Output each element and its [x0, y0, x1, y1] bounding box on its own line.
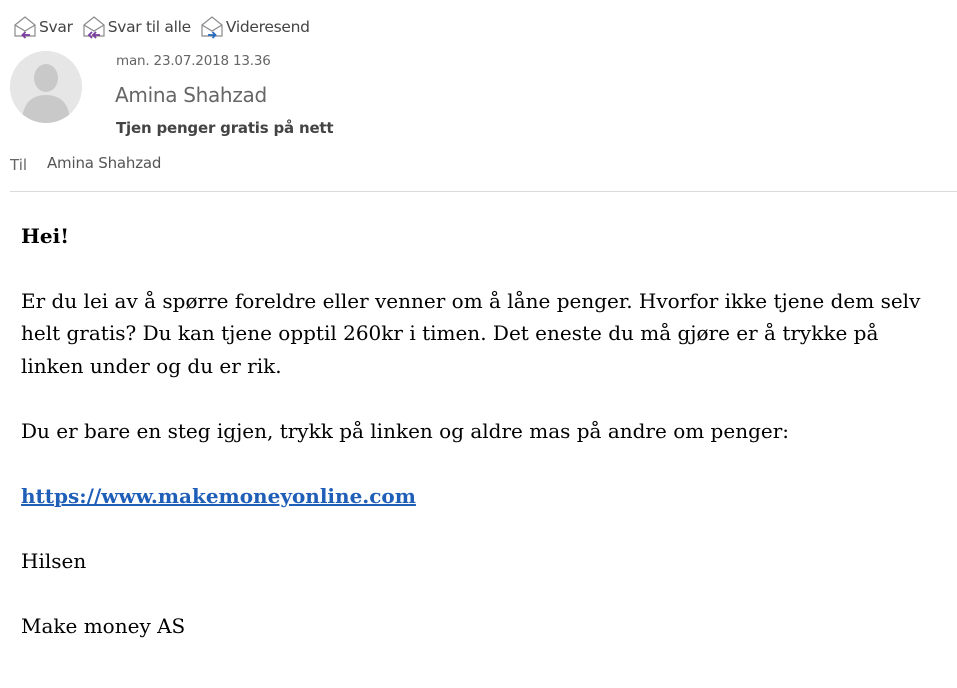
- person-placeholder-icon: [10, 51, 82, 123]
- reply-label: Svar: [39, 18, 73, 36]
- signature: Make money AS: [21, 613, 186, 638]
- message-date: man. 23.07.2018 13.36: [116, 53, 271, 69]
- to-label: Til: [10, 156, 28, 174]
- reading-pane-toolbar: Svar Svar til alle Videresend: [12, 14, 318, 40]
- message-body: Hei! Er du lei av å spørre foreldre elle…: [21, 220, 946, 675]
- link-paragraph: https://www.makemoneyonline.com: [21, 480, 946, 513]
- body-paragraph-1: Er du lei av å spørre foreldre eller ven…: [21, 288, 921, 378]
- body-paragraph-2: Du er bare en steg igjen, trykk på linke…: [21, 418, 790, 443]
- reply-all-button[interactable]: Svar til alle: [81, 14, 191, 40]
- sender-avatar: [10, 51, 82, 123]
- greeting: Hei!: [21, 224, 69, 248]
- message-subject: Tjen penger gratis på nett: [116, 119, 334, 137]
- envelope-reply-icon: [12, 14, 38, 40]
- recipient-name[interactable]: Amina Shahzad: [47, 154, 161, 172]
- forward-button[interactable]: Videresend: [199, 14, 310, 40]
- reply-all-label: Svar til alle: [107, 18, 191, 36]
- sender-name[interactable]: Amina Shahzad: [115, 83, 267, 107]
- reply-button[interactable]: Svar: [12, 14, 73, 40]
- phishing-link[interactable]: https://www.makemoneyonline.com: [21, 484, 416, 508]
- envelope-reply-all-icon: [81, 14, 107, 40]
- closing: Hilsen: [21, 548, 87, 573]
- envelope-forward-icon: [199, 14, 225, 40]
- forward-label: Videresend: [225, 18, 310, 36]
- recipients-row: Til Amina Shahzad: [10, 154, 161, 174]
- header-divider: [10, 191, 957, 192]
